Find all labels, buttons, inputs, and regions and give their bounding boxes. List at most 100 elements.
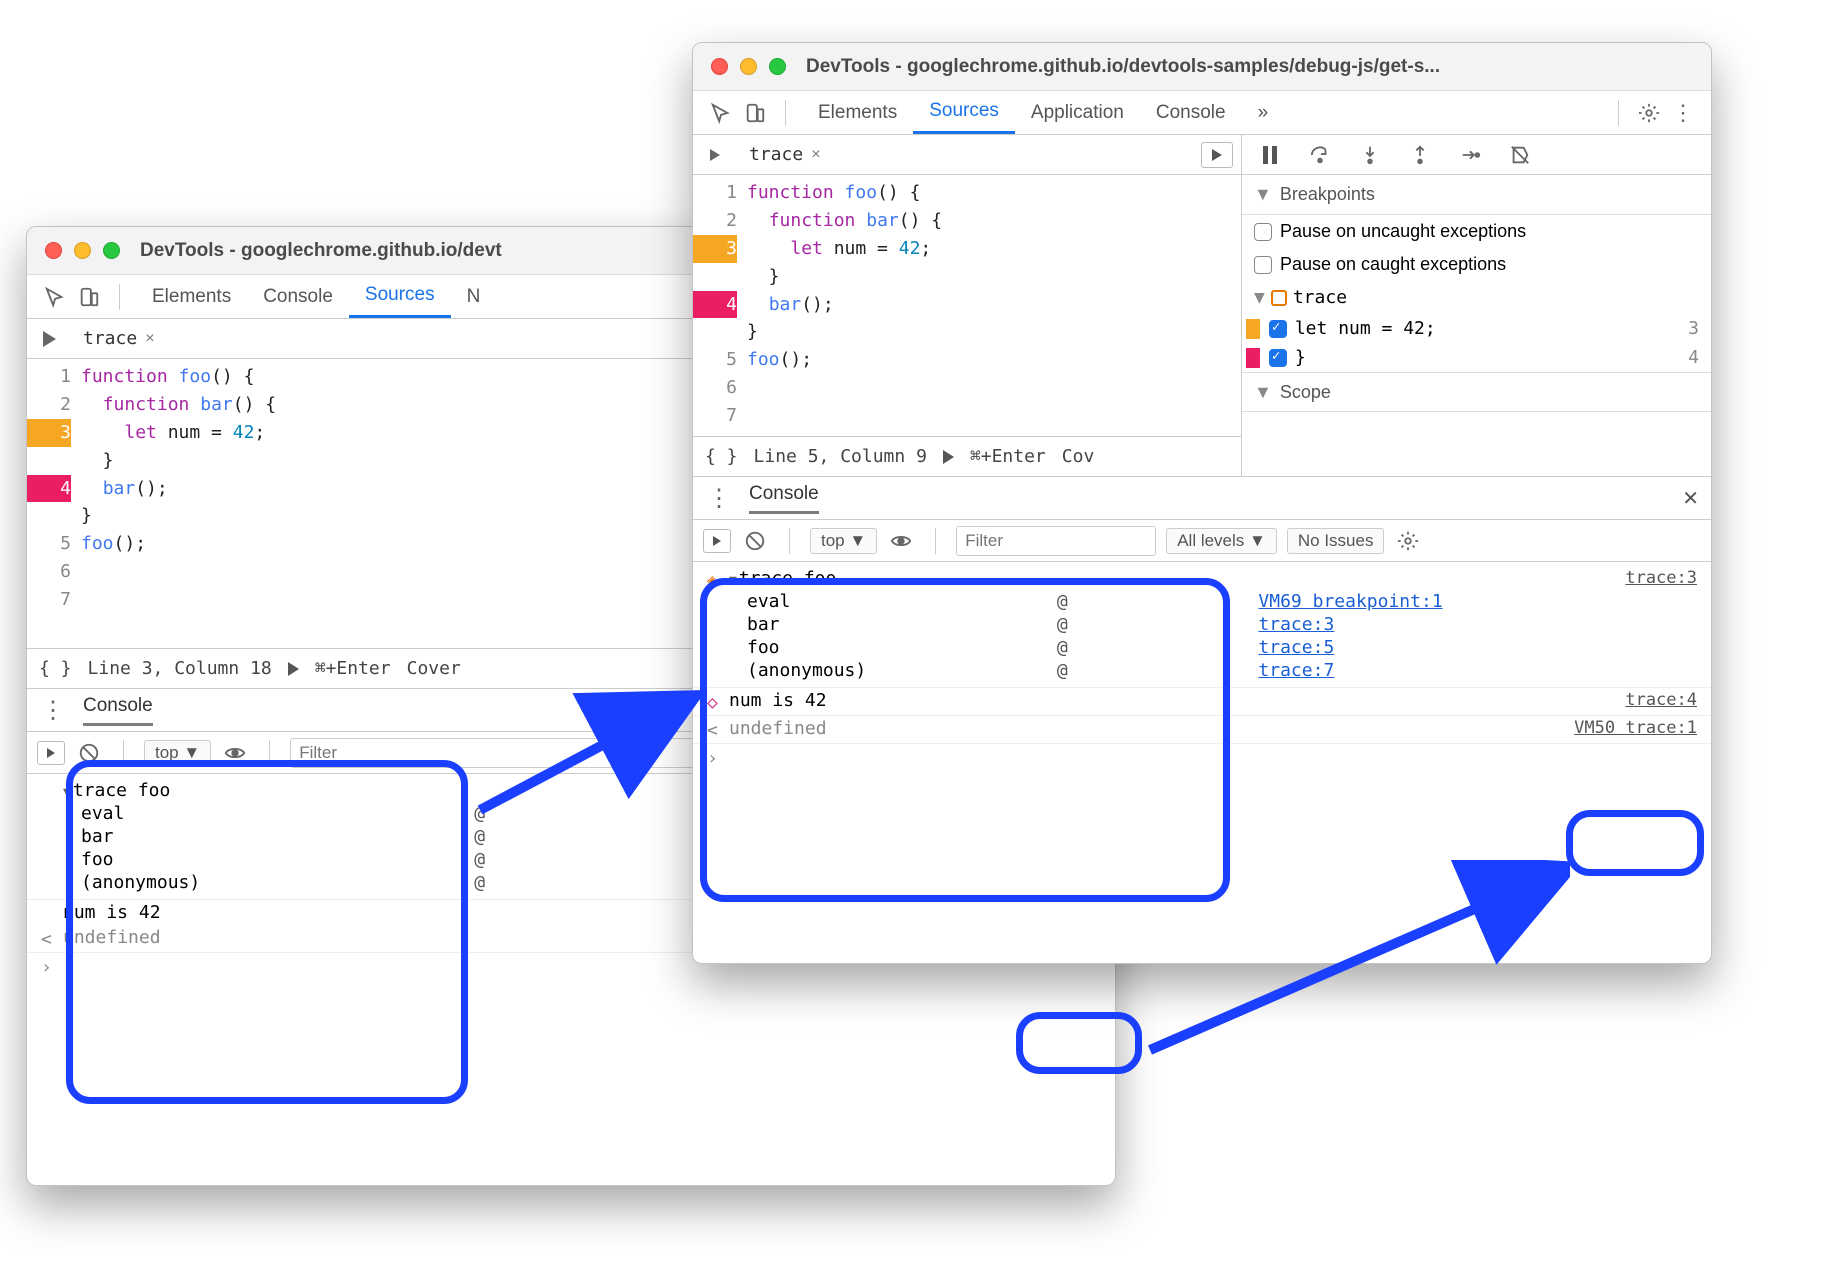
pretty-print-icon[interactable]: { } [39, 658, 72, 679]
device-toolbar-icon[interactable] [741, 99, 769, 127]
source-link-trace3[interactable]: trace:3 [1625, 568, 1697, 588]
tab-console[interactable]: Console [247, 275, 349, 318]
tab-elements[interactable]: Elements [802, 91, 913, 134]
tab-sources[interactable]: Sources [349, 275, 451, 318]
log-levels-dropdown[interactable]: All levels ▼ [1166, 528, 1277, 554]
step-into-icon[interactable] [1356, 141, 1384, 169]
code-editor[interactable]: 12 3 4 567 function foo() { function bar… [693, 175, 1241, 434]
execution-context-icon[interactable] [37, 741, 65, 765]
tab-console-drawer[interactable]: Console [83, 695, 153, 726]
pause-uncaught-checkbox[interactable] [1254, 223, 1272, 241]
traffic-lights [711, 58, 786, 75]
bp2-checkbox[interactable] [1269, 349, 1287, 367]
line-gutter[interactable]: 12 3 4 567 [693, 175, 747, 434]
separator [119, 284, 120, 310]
pretty-print-icon[interactable]: { } [705, 446, 738, 467]
step-icon[interactable] [1456, 141, 1484, 169]
clear-console-icon[interactable] [741, 527, 769, 555]
tab-application[interactable]: Application [1015, 91, 1140, 134]
gear-icon[interactable] [1394, 527, 1422, 555]
zoom-window-button[interactable] [103, 242, 120, 259]
live-expression-icon[interactable] [221, 739, 249, 767]
minimize-window-button[interactable] [740, 58, 757, 75]
menu-icon[interactable]: ⋮ [39, 696, 67, 724]
file-tabbar: trace × [693, 135, 1241, 175]
run-hint: ⌘+Enter [315, 658, 391, 679]
traffic-lights [45, 242, 120, 259]
clear-console-icon[interactable] [75, 739, 103, 767]
inspect-element-icon[interactable] [707, 99, 735, 127]
stack-link-foo[interactable]: trace:5 [1258, 637, 1625, 658]
scope-panel-header[interactable]: ▼Scope [1242, 372, 1711, 412]
gear-icon[interactable] [1635, 99, 1663, 127]
close-icon[interactable]: × [811, 146, 820, 164]
tab-elements[interactable]: Elements [136, 275, 247, 318]
pause-icon[interactable] [1256, 141, 1284, 169]
tab-console[interactable]: Console [1140, 91, 1242, 134]
execution-context-icon[interactable] [703, 529, 731, 553]
bp-marker-pink [1246, 348, 1260, 368]
run-icon[interactable] [288, 662, 299, 676]
breakpoint-line-4[interactable]: 4 [693, 291, 737, 319]
stack-link-eval[interactable]: VM69 breakpoint:1 [1258, 591, 1625, 612]
breakpoints-panel-header[interactable]: ▼Breakpoints [1242, 175, 1711, 215]
titlebar: DevTools - googlechrome.github.io/devtoo… [693, 43, 1711, 91]
breakpoint-line-3[interactable]: 3 [693, 235, 737, 263]
device-toolbar-icon[interactable] [75, 283, 103, 311]
file-tab-trace[interactable]: trace × [73, 328, 165, 349]
console-filter-input[interactable] [956, 526, 1156, 556]
close-window-button[interactable] [711, 58, 728, 75]
console-output: ◈ ▼trace foo eval@VM69 breakpoint:1 bar@… [693, 562, 1711, 775]
disclosure-triangle-icon[interactable]: ▼ [729, 573, 737, 588]
source-link-vm50[interactable]: VM50 trace:1 [1574, 718, 1697, 738]
console-prompt-icon[interactable]: › [707, 748, 729, 769]
zoom-window-button[interactable] [769, 58, 786, 75]
tab-more[interactable]: » [1242, 91, 1285, 134]
menu-icon[interactable]: ⋮ [1669, 99, 1697, 127]
top-context-dropdown[interactable]: top ▼ [810, 528, 877, 554]
close-icon[interactable]: × [145, 330, 154, 348]
bp1-checkbox[interactable] [1269, 320, 1287, 338]
inspect-element-icon[interactable] [41, 283, 69, 311]
step-out-icon[interactable] [1406, 141, 1434, 169]
breakpoint-line-3[interactable]: 3 [27, 419, 71, 447]
tab-sources[interactable]: Sources [913, 91, 1015, 134]
disclosure-triangle-icon[interactable]: ▼ [63, 785, 71, 800]
code-content: function foo() { function bar() { let nu… [81, 359, 276, 618]
pause-caught-checkbox[interactable] [1254, 256, 1272, 274]
file-tab-name: trace [749, 144, 803, 165]
logpoint-icon: ◇ [707, 692, 729, 713]
stack-link-bar[interactable]: trace:3 [1258, 614, 1625, 635]
run-icon[interactable] [943, 450, 954, 464]
menu-icon[interactable]: ⋮ [705, 484, 733, 512]
top-context-dropdown[interactable]: top ▼ [144, 740, 211, 766]
issues-button[interactable]: No Issues [1287, 528, 1385, 554]
console-drawer-header: ⋮ Console ✕ [693, 476, 1711, 520]
step-over-icon[interactable] [1306, 141, 1334, 169]
deactivate-breakpoints-icon[interactable] [1506, 141, 1534, 169]
tab-console-drawer[interactable]: Console [749, 483, 819, 514]
stack-link-anon[interactable]: trace:7 [1258, 660, 1625, 681]
result-icon: < [41, 929, 63, 950]
warning-icon: ◈ [707, 570, 729, 591]
source-link-trace4[interactable]: trace:4 [1625, 690, 1697, 710]
run-snippet-icon[interactable] [1201, 142, 1233, 168]
breakpoint-line-4[interactable]: 4 [27, 475, 71, 503]
cursor-position: Line 5, Column 9 [754, 446, 927, 467]
run-hint: ⌘+Enter [970, 446, 1046, 467]
window-title: DevTools - googlechrome.github.io/devt [140, 240, 502, 262]
close-window-button[interactable] [45, 242, 62, 259]
line-gutter[interactable]: 1 2 3 4 5 6 7 [27, 359, 81, 618]
tab-more[interactable]: N [451, 275, 497, 318]
result-icon: < [707, 720, 729, 741]
live-expression-icon[interactable] [887, 527, 915, 555]
navigator-toggle-icon[interactable] [701, 141, 729, 169]
file-tab-trace[interactable]: trace × [739, 144, 831, 165]
panel-tabs: Elements Console Sources N [136, 275, 496, 318]
panel-tabs: Elements Sources Application Console » [802, 91, 1284, 134]
minimize-window-button[interactable] [74, 242, 91, 259]
editor-statusbar: { } Line 5, Column 9 ⌘+Enter Cov [693, 436, 1241, 476]
close-drawer-icon[interactable]: ✕ [1682, 486, 1699, 511]
console-prompt-icon[interactable]: › [41, 957, 63, 978]
navigator-toggle-icon[interactable] [35, 325, 63, 353]
